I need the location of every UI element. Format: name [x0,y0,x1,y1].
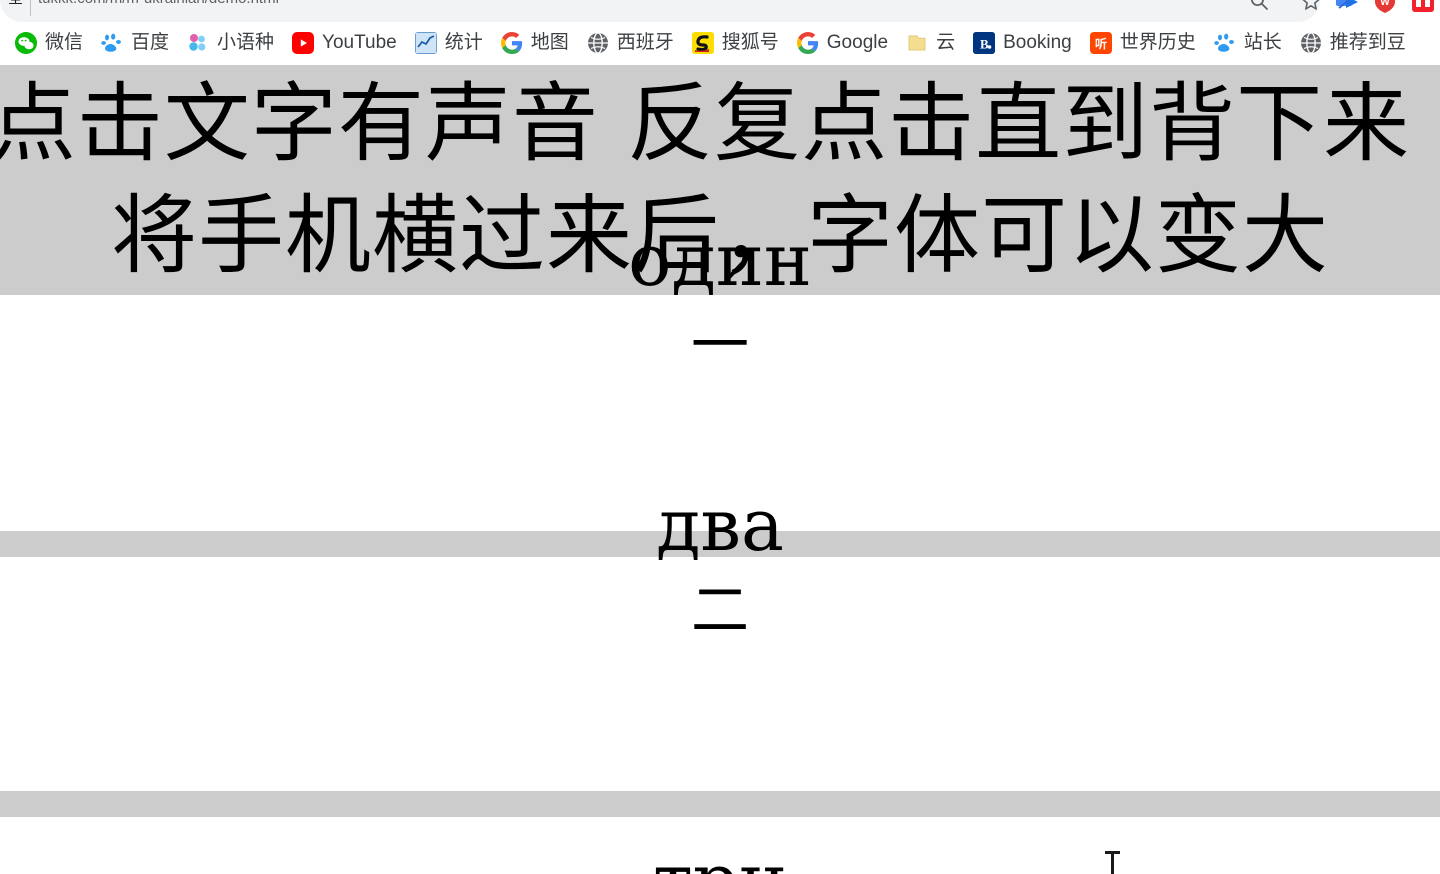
browser-chrome: 全 tukkk.com/m/m-ukrainian/demo.html [0,0,1440,65]
word-translation-text[interactable]: 一 [0,314,1440,376]
bookmark-label: 小语种 [217,32,275,53]
word-foreign-text[interactable]: два [0,485,1440,565]
google-maps-icon [500,32,523,54]
bookmark-label: 站长 [1243,32,1282,53]
wechat-icon [15,32,37,54]
bookmark-world-history[interactable]: 听 世界历史 [1081,28,1205,58]
svg-text:B: B [980,37,989,52]
bookmark-star-icon[interactable] [1300,0,1322,12]
xiaoyuzhong-icon [187,32,210,54]
douban-globe-icon [1299,32,1322,54]
bookmark-wechat[interactable]: 微信 [6,28,92,58]
bookmark-maps[interactable]: 地图 [492,28,578,58]
word-foreign-text[interactable]: один [0,220,1440,300]
sohu-icon [691,32,714,54]
bookmark-zhanzhang[interactable]: 站长 [1205,28,1291,58]
word-entry-1[interactable]: один 一 [0,220,1440,376]
omnibox-text-group[interactable]: 全 tukkk.com/m/m-ukrainian/demo.html [8,0,279,22]
svg-text:听: 听 [1095,36,1107,51]
bookmark-cloud-folder[interactable]: 云 [897,28,964,58]
google-icon [796,32,819,54]
bookmark-xiaoyuzhong[interactable]: 小语种 [178,28,283,58]
bookmarks-bar: 微信 百度 小语种 YouTube 统计 地图 西班牙 搜狐号 Google 云… [0,22,1440,65]
youtube-icon [292,32,315,54]
globe-icon [586,32,609,54]
omnibox-row: 全 tukkk.com/m/m-ukrainian/demo.html [0,0,1440,22]
bookmark-label: 地图 [530,32,569,53]
ting-icon: 听 [1089,32,1112,54]
red-extension-icon[interactable] [1410,0,1436,14]
bookmark-label: 世界历史 [1119,32,1196,53]
booking-icon: B [973,32,996,54]
word-foreign-text[interactable]: три [0,840,1440,874]
bookmark-label: 搜狐号 [721,32,779,53]
omnibox-actions [1248,0,1322,22]
svg-text:W: W [1380,0,1390,8]
omnibox-url-text[interactable]: tukkk.com/m/m-ukrainian/demo.html [38,0,279,6]
translate-extension-icon[interactable] [1334,0,1360,14]
text-caret [1105,851,1120,874]
statistics-icon [414,32,437,54]
entry-divider-2 [0,791,1440,817]
search-icon[interactable] [1248,0,1270,12]
folder-icon [906,32,928,54]
bookmark-label: 微信 [45,32,84,53]
bookmark-spain[interactable]: 西班牙 [578,28,683,58]
baidu-zhanzhang-icon [1213,32,1236,54]
bookmark-label: 推荐到豆 [1329,32,1406,53]
baidu-icon [101,32,124,54]
bookmark-label: YouTube [322,32,397,53]
bookmark-booking[interactable]: B Booking [964,28,1081,58]
omnibox-site-label: 全 [8,0,23,6]
bookmark-label: 统计 [444,32,483,53]
bookmark-youtube[interactable]: YouTube [283,28,406,58]
word-entry-3[interactable]: три 三 [0,840,1440,874]
bookmark-statistics[interactable]: 统计 [406,28,492,58]
word-translation-text[interactable]: 二 [0,579,1440,641]
bookmark-douban[interactable]: 推荐到豆 [1291,28,1415,58]
bookmark-label: 西班牙 [616,32,674,53]
omnibox-divider [30,0,32,16]
bookmark-label: 百度 [131,32,170,53]
bookmark-label: 云 [936,32,956,53]
bookmark-sohu[interactable]: 搜狐号 [683,28,788,58]
instruction-line-1: 点击文字有声音 反复点击直到背下来 [0,74,1411,174]
word-entry-2[interactable]: два 二 [0,485,1440,641]
extension-icons-group: W [1334,0,1436,22]
bookmark-baidu[interactable]: 百度 [92,28,178,58]
bookmark-label: Booking [1003,32,1072,53]
bookmark-label: Google [826,32,889,53]
page-content: 点击文字有声音 反复点击直到背下来 将手机横过来后，字体可以变大 один 一 … [0,65,1440,874]
shield-extension-icon[interactable]: W [1372,0,1398,14]
bookmark-google[interactable]: Google [788,28,897,58]
